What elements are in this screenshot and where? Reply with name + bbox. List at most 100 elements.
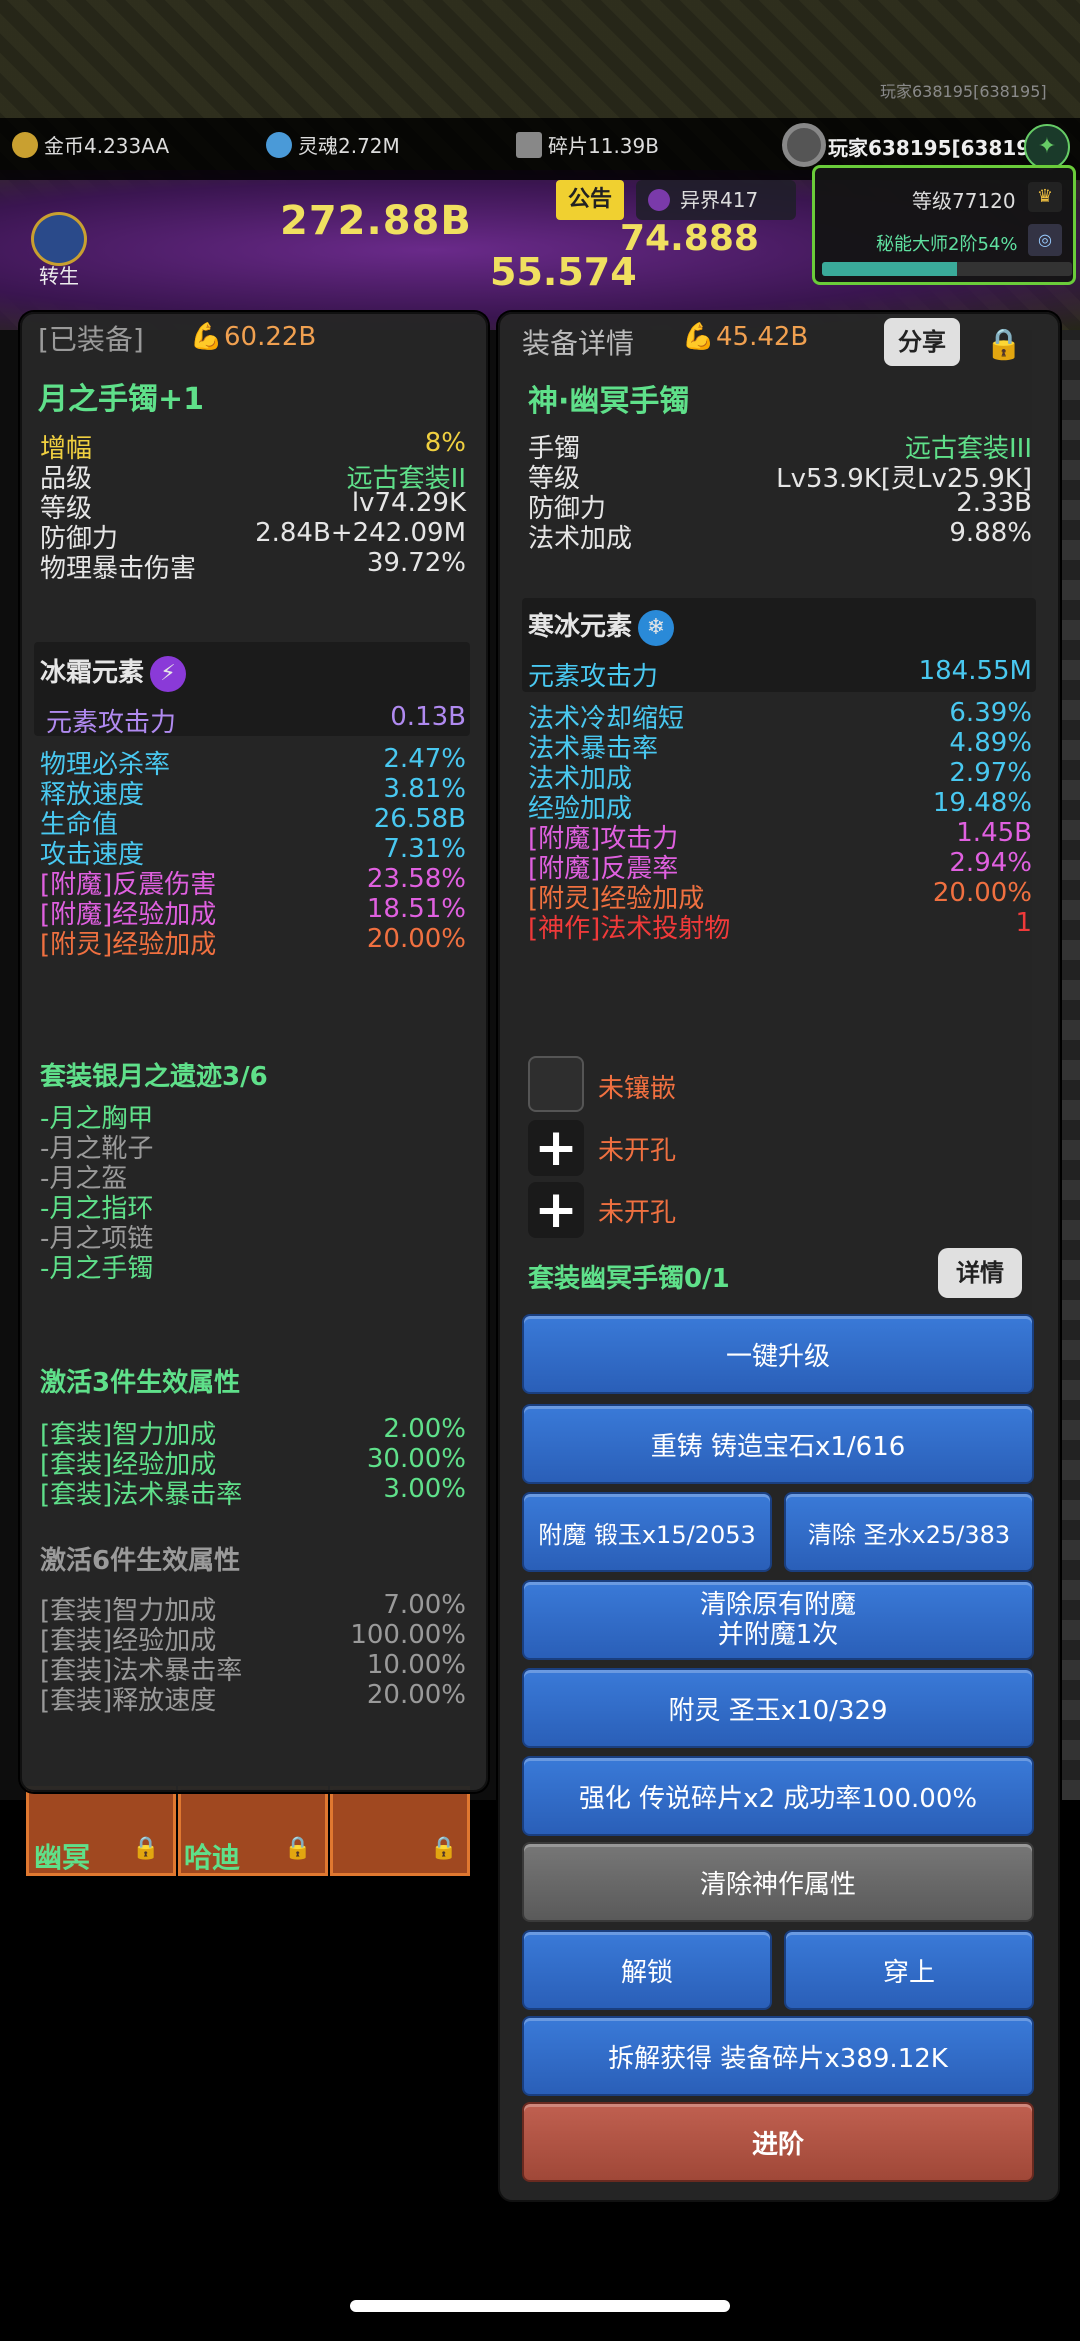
right-power-value: 45.42B — [716, 322, 809, 352]
strength-arm-icon: 💪 — [682, 322, 715, 352]
home-indicator[interactable] — [350, 2300, 730, 2312]
spirit-button[interactable]: 附灵 圣玉x10/329 — [522, 1668, 1034, 1748]
advance-button[interactable]: 进阶 — [522, 2102, 1034, 2182]
element-name: 寒冰元素 — [528, 612, 633, 642]
notice-button[interactable]: 公告 — [556, 180, 624, 220]
stat-name: [套装]法术暴击率 — [40, 1480, 243, 1510]
element-attack-row: 元素攻击力 0.13B — [46, 702, 466, 739]
soul-value: 灵魂2.72M — [298, 134, 400, 158]
set-item: -月之手镯 — [40, 1248, 466, 1285]
shard-value: 碎片11.39B — [548, 134, 659, 158]
set-bonus-row: [套装]法术暴击率 3.00% — [40, 1474, 466, 1511]
damage-number: 74.888 — [620, 218, 759, 259]
stat-value: 20.00% — [366, 924, 466, 954]
set-title: 套装银月之遗迹3/6 — [40, 1062, 268, 1092]
socket-label: 未开孔 — [598, 1198, 677, 1228]
reenchant-line2: 并附魔1次 — [717, 1620, 839, 1650]
otherworld-button[interactable]: 异界417 — [636, 180, 796, 220]
reincarnate-label: 转生 — [39, 264, 79, 288]
set-title: 套装幽冥手镯0/1 — [528, 1264, 730, 1294]
stat-name: -月之手镯 — [40, 1254, 154, 1284]
stat-value: 9.88% — [949, 518, 1032, 548]
spiral-icon[interactable]: ◎ — [1028, 224, 1062, 256]
stat-name: [套装]释放速度 — [40, 1686, 217, 1716]
upgrade-button[interactable]: 一键升级 — [522, 1314, 1034, 1394]
player-id-faded: 玩家638195[638195] — [880, 82, 1047, 101]
stat-name: 元素攻击力 — [528, 662, 659, 692]
lightning-icon: ⚡ — [150, 655, 187, 692]
damage-number: 272.88B — [280, 198, 472, 244]
reenchant-line1: 清除原有附魔 — [699, 1590, 856, 1620]
reforge-button[interactable]: 重铸 铸造宝石x1/616 — [522, 1404, 1034, 1484]
player-level: 等级77120 — [912, 189, 1016, 213]
shard-icon — [516, 131, 542, 158]
damage-number: 55.574 — [490, 250, 637, 294]
stat-value: 184.55M — [918, 656, 1032, 686]
stat-value: 1 — [1015, 908, 1032, 938]
mastery-progress-bar — [822, 262, 1072, 276]
empty-socket-icon[interactable] — [528, 1056, 584, 1112]
otherworld-label: 异界417 — [680, 188, 759, 212]
share-button[interactable]: 分享 — [884, 318, 960, 366]
stat-value: 3.00% — [383, 1474, 466, 1504]
stat-value: 20.00% — [366, 1680, 466, 1710]
stat-row: 法术加成 9.88% — [528, 518, 1032, 555]
wear-button[interactable]: 穿上 — [784, 1930, 1034, 2010]
portal-icon — [648, 189, 670, 211]
lock-icon[interactable]: 🔒 — [976, 318, 1032, 372]
soul-icon — [266, 131, 292, 158]
crown-icon[interactable]: ♛ — [1028, 182, 1062, 212]
left-power-value: 60.22B — [224, 322, 317, 352]
leaf-icon[interactable]: ✦ — [1024, 124, 1070, 170]
plus-icon[interactable]: + — [528, 1182, 584, 1238]
resource-shard: 碎片11.39B — [516, 130, 659, 159]
stat-name: 元素攻击力 — [46, 708, 177, 738]
detail-button[interactable]: 详情 — [938, 1248, 1022, 1298]
reincarnate-icon — [31, 212, 87, 266]
coin-icon — [12, 131, 38, 158]
stat-row: [神作]法术投射物 1 — [528, 908, 1032, 945]
strength-arm-icon: 💪 — [190, 322, 223, 352]
stat-row: [附灵]经验加成 20.00% — [40, 924, 466, 961]
lock-icon: 🔒 — [430, 1836, 458, 1861]
card-label: 幽冥 — [34, 1841, 91, 1874]
strengthen-button[interactable]: 强化 传说碎片x2 成功率100.00% — [522, 1756, 1034, 1836]
stat-name: [神作]法术投射物 — [528, 914, 731, 944]
stat-value: 39.72% — [366, 548, 466, 578]
dismantle-button[interactable]: 拆解获得 装备碎片x389.12K — [522, 2016, 1034, 2096]
plus-icon[interactable]: + — [528, 1120, 584, 1176]
unlock-button[interactable]: 解锁 — [522, 1930, 772, 2010]
settings-gear-icon[interactable] — [782, 123, 826, 167]
mastery-progress-fill — [822, 262, 957, 276]
stat-name: 物理暴击伤害 — [40, 554, 197, 584]
reenchant-button[interactable]: 清除原有附魔 并附魔1次 — [522, 1580, 1034, 1660]
resource-soul: 灵魂2.72M — [266, 130, 400, 159]
detail-item-name: 神·幽冥手镯 — [528, 384, 690, 419]
detail-header: 装备详情 — [522, 327, 635, 360]
enchant-button[interactable]: 附魔 锻玉x15/2053 — [522, 1492, 772, 1572]
clear-divine-button[interactable]: 清除神作属性 — [522, 1842, 1034, 1922]
lock-icon: 🔒 — [284, 1836, 312, 1861]
stat-row: 物理暴击伤害 39.72% — [40, 548, 466, 585]
element-header: 寒冰元素 ❄ — [528, 606, 675, 646]
stat-value: 0.13B — [390, 702, 466, 732]
reincarnate-button[interactable]: 转生 — [24, 212, 94, 288]
player-name: 玩家638195[638195] — [828, 136, 1054, 160]
card-label: 哈迪 — [184, 1841, 241, 1874]
resource-gold: 金币4.233AA — [12, 130, 169, 159]
set3-title: 激活3件生效属性 — [40, 1368, 241, 1398]
stat-name: 法术加成 — [528, 524, 633, 554]
element-attack-row: 元素攻击力 184.55M — [528, 656, 1032, 693]
mastery-label: 秘能大师2阶54% — [876, 234, 1018, 255]
socket-label: 未镶嵌 — [598, 1074, 677, 1104]
element-header: 冰霜元素 ⚡ — [40, 652, 187, 692]
lock-icon: 🔒 — [132, 1836, 160, 1861]
set6-title: 激活6件生效属性 — [40, 1546, 241, 1576]
stat-name: [附灵]经验加成 — [40, 930, 217, 960]
equipped-header: [已装备] — [38, 323, 144, 356]
clear-enchant-button[interactable]: 清除 圣水x25/383 — [784, 1492, 1034, 1572]
snowflake-icon: ❄ — [638, 609, 675, 646]
gold-value: 金币4.233AA — [44, 134, 170, 158]
element-name: 冰霜元素 — [40, 658, 145, 688]
right-power: 💪45.42B — [682, 322, 808, 352]
